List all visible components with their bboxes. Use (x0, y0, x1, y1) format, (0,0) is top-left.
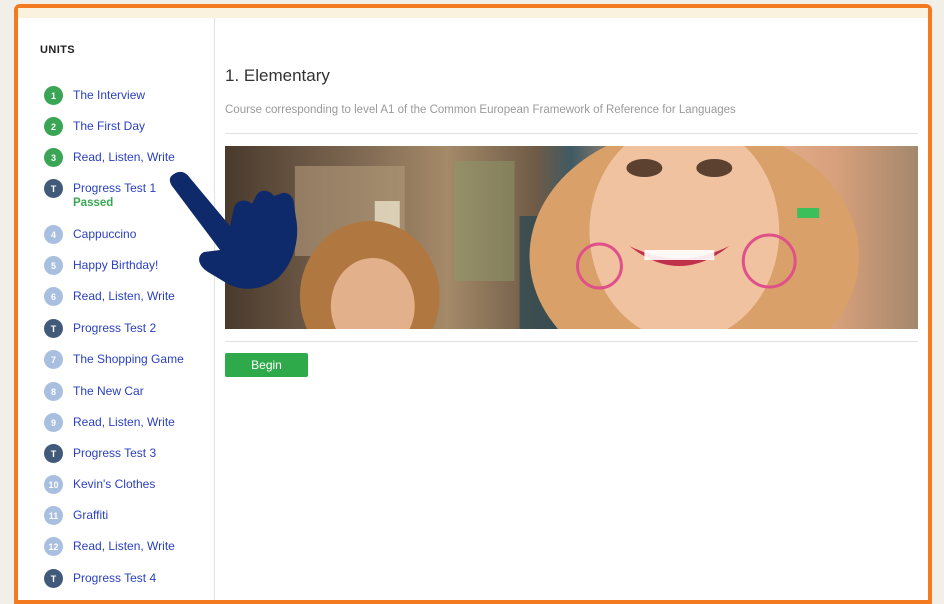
unit-badge: T (44, 179, 63, 198)
unit-label[interactable]: Read, Listen, Write (73, 289, 175, 303)
unit-item[interactable]: T Progress Test 4 (44, 569, 156, 588)
unit-badge: 11 (44, 506, 63, 525)
unit-badge: 3 (44, 148, 63, 167)
unit-item[interactable]: 6 Read, Listen, Write (44, 287, 175, 306)
unit-badge: 6 (44, 287, 63, 306)
unit-text: Cappuccino (73, 227, 136, 241)
unit-label[interactable]: Read, Listen, Write (73, 150, 175, 164)
unit-item[interactable]: T Progress Test 2 (44, 319, 156, 338)
unit-badge: 9 (44, 413, 63, 432)
unit-text: The Interview (73, 88, 145, 102)
unit-text: Progress Test 4 (73, 571, 156, 585)
unit-item[interactable]: 7 The Shopping Game (44, 350, 184, 369)
unit-text: Progress Test 1 Passed (73, 181, 156, 210)
units-sidebar: UNITS 1 The Interview 2 The First Day 3 Read,… (18, 18, 215, 600)
unit-item[interactable]: 3 Read, Listen, Write (44, 148, 175, 167)
app-frame: UNITS 1 The Interview 2 The First Day 3 Read,… (14, 4, 932, 604)
hand-pointer-icon (169, 171, 298, 289)
unit-badge: T (44, 444, 63, 463)
begin-button[interactable]: Begin (225, 353, 308, 377)
unit-text: Read, Listen, Write (73, 289, 175, 303)
unit-text: The New Car (73, 384, 144, 398)
unit-label[interactable]: Happy Birthday! (73, 258, 158, 272)
unit-badge: 1 (44, 86, 63, 105)
unit-text: Read, Listen, Write (73, 150, 175, 164)
unit-label[interactable]: Kevin's Clothes (73, 477, 155, 491)
unit-label[interactable]: Progress Test 2 (73, 321, 156, 335)
unit-badge: T (44, 319, 63, 338)
course-hero-image (225, 146, 918, 329)
course-description: Course corresponding to level A1 of the … (225, 104, 736, 116)
unit-badge: 8 (44, 382, 63, 401)
unit-badge: 2 (44, 117, 63, 136)
unit-label[interactable]: The Interview (73, 88, 145, 102)
unit-item[interactable]: 9 Read, Listen, Write (44, 413, 175, 432)
unit-label[interactable]: The First Day (73, 119, 145, 133)
unit-badge: T (44, 569, 63, 588)
unit-status: Passed (73, 197, 114, 209)
unit-badge: 10 (44, 475, 63, 494)
unit-item[interactable]: 1 The Interview (44, 86, 145, 105)
unit-label[interactable]: Progress Test 1 (73, 181, 156, 195)
unit-item[interactable]: T Progress Test 3 (44, 444, 156, 463)
unit-badge: 12 (44, 537, 63, 556)
unit-label[interactable]: The Shopping Game (73, 352, 184, 366)
divider (225, 133, 918, 134)
unit-text: Progress Test 3 (73, 446, 156, 460)
unit-text: The First Day (73, 119, 145, 133)
units-title: UNITS (40, 44, 75, 56)
top-strip (18, 8, 928, 18)
unit-text: Graffiti (73, 508, 108, 522)
unit-badge: 4 (44, 225, 63, 244)
unit-item[interactable]: 5 Happy Birthday! (44, 256, 158, 275)
hero-photo (294, 146, 860, 329)
unit-label[interactable]: Graffiti (73, 508, 108, 522)
unit-item[interactable]: T Progress Test 1 Passed (44, 179, 156, 210)
unit-item[interactable]: 10 Kevin's Clothes (44, 475, 155, 494)
unit-badge: 5 (44, 256, 63, 275)
divider (225, 341, 918, 342)
unit-text: Happy Birthday! (73, 258, 158, 272)
unit-label[interactable]: The New Car (73, 384, 144, 398)
unit-item[interactable]: 2 The First Day (44, 117, 145, 136)
unit-item[interactable]: 4 Cappuccino (44, 225, 136, 244)
unit-text: The Shopping Game (73, 352, 184, 366)
unit-label[interactable]: Progress Test 4 (73, 571, 156, 585)
unit-item[interactable]: 11 Graffiti (44, 506, 108, 525)
unit-label[interactable]: Progress Test 3 (73, 446, 156, 460)
unit-label[interactable]: Read, Listen, Write (73, 415, 175, 429)
unit-badge: 7 (44, 350, 63, 369)
unit-item[interactable]: 8 The New Car (44, 382, 144, 401)
course-title: 1. Elementary (225, 66, 330, 85)
unit-text: Kevin's Clothes (73, 477, 155, 491)
unit-text: Read, Listen, Write (73, 415, 175, 429)
unit-label[interactable]: Cappuccino (73, 227, 136, 241)
unit-label[interactable]: Read, Listen, Write (73, 539, 175, 553)
unit-text: Progress Test 2 (73, 321, 156, 335)
unit-item[interactable]: 12 Read, Listen, Write (44, 537, 175, 556)
unit-text: Read, Listen, Write (73, 539, 175, 553)
